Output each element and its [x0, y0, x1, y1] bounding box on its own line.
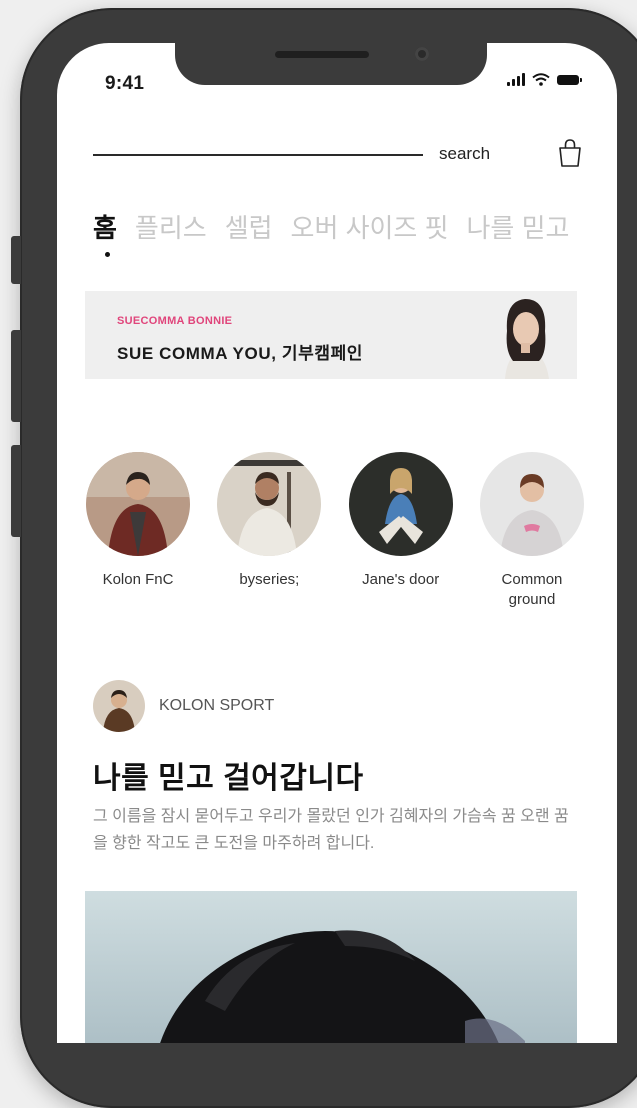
- story-avatar: [348, 452, 453, 556]
- signal-icon: [507, 73, 525, 86]
- story-avatar: [86, 452, 190, 556]
- notch: [175, 43, 487, 85]
- feed-brand-header[interactable]: KOLON SPORT: [93, 680, 274, 732]
- silent-switch: [11, 236, 21, 284]
- category-tabs: 홈 플리스 셀럽 오버 사이즈 핏 나를 믿고: [93, 208, 570, 257]
- brand-avatar: [93, 680, 145, 732]
- tab-believe-in-me[interactable]: 나를 믿고: [467, 208, 570, 245]
- brand-name: KOLON SPORT: [159, 697, 275, 714]
- active-tab-indicator: [105, 252, 110, 257]
- story-item-common-ground[interactable]: Common ground: [479, 452, 585, 610]
- search-input-underline[interactable]: [93, 154, 423, 156]
- front-camera: [415, 47, 429, 61]
- banner-title: SUE COMMA YOU, 기부캠페인: [117, 344, 364, 363]
- story-item-janes-door[interactable]: Jane's door: [348, 452, 454, 610]
- tab-celeb[interactable]: 셀럽: [225, 208, 273, 245]
- speaker: [275, 51, 369, 58]
- app-screen: 9:41 search 홈 플리스 셀럽 오버 사이즈 핏 나를 믿고 SUEC…: [57, 43, 617, 1043]
- volume-down-button: [11, 445, 21, 537]
- status-time: 9:41: [105, 73, 145, 94]
- tab-home[interactable]: 홈: [93, 208, 117, 257]
- shopping-bag-icon[interactable]: [557, 138, 583, 168]
- tab-fleece[interactable]: 플리스: [135, 208, 207, 245]
- feed-title: 나를 믿고 걸어갑니다: [93, 762, 364, 795]
- feed-hero-image[interactable]: [85, 891, 577, 1043]
- wifi-icon: [532, 73, 550, 86]
- status-icons: [507, 73, 582, 86]
- tab-home-label: 홈: [93, 213, 117, 243]
- story-name: Jane's door: [362, 571, 440, 588]
- story-name: Common ground: [501, 571, 563, 608]
- search-bar[interactable]: search: [93, 138, 583, 172]
- story-name: Kolon FnC: [102, 571, 174, 588]
- feed-description: 그 이름을 잠시 묻어두고 우리가 몰랐던 인가 김혜자의 가슴속 꿈 오랜 꿈…: [93, 808, 569, 852]
- story-item-kolon-fnc[interactable]: Kolon FnC: [85, 452, 191, 610]
- story-name: byseries;: [239, 571, 300, 588]
- banner-model-photo: [467, 291, 577, 379]
- battery-icon: [557, 74, 582, 85]
- story-item-byseries[interactable]: byseries;: [216, 452, 322, 610]
- tab-oversize-fit[interactable]: 오버 사이즈 핏: [291, 208, 449, 245]
- campaign-banner[interactable]: SUECOMMA BONNIE SUE COMMA YOU, 기부캠페인: [85, 291, 577, 379]
- story-avatar: [479, 452, 584, 556]
- search-label[interactable]: search: [439, 144, 490, 164]
- story-avatar: [217, 452, 322, 556]
- volume-up-button: [11, 330, 21, 422]
- story-list: Kolon FnC byseries; Jane's door Common g…: [85, 452, 585, 610]
- banner-brand: SUECOMMA BONNIE: [117, 315, 233, 327]
